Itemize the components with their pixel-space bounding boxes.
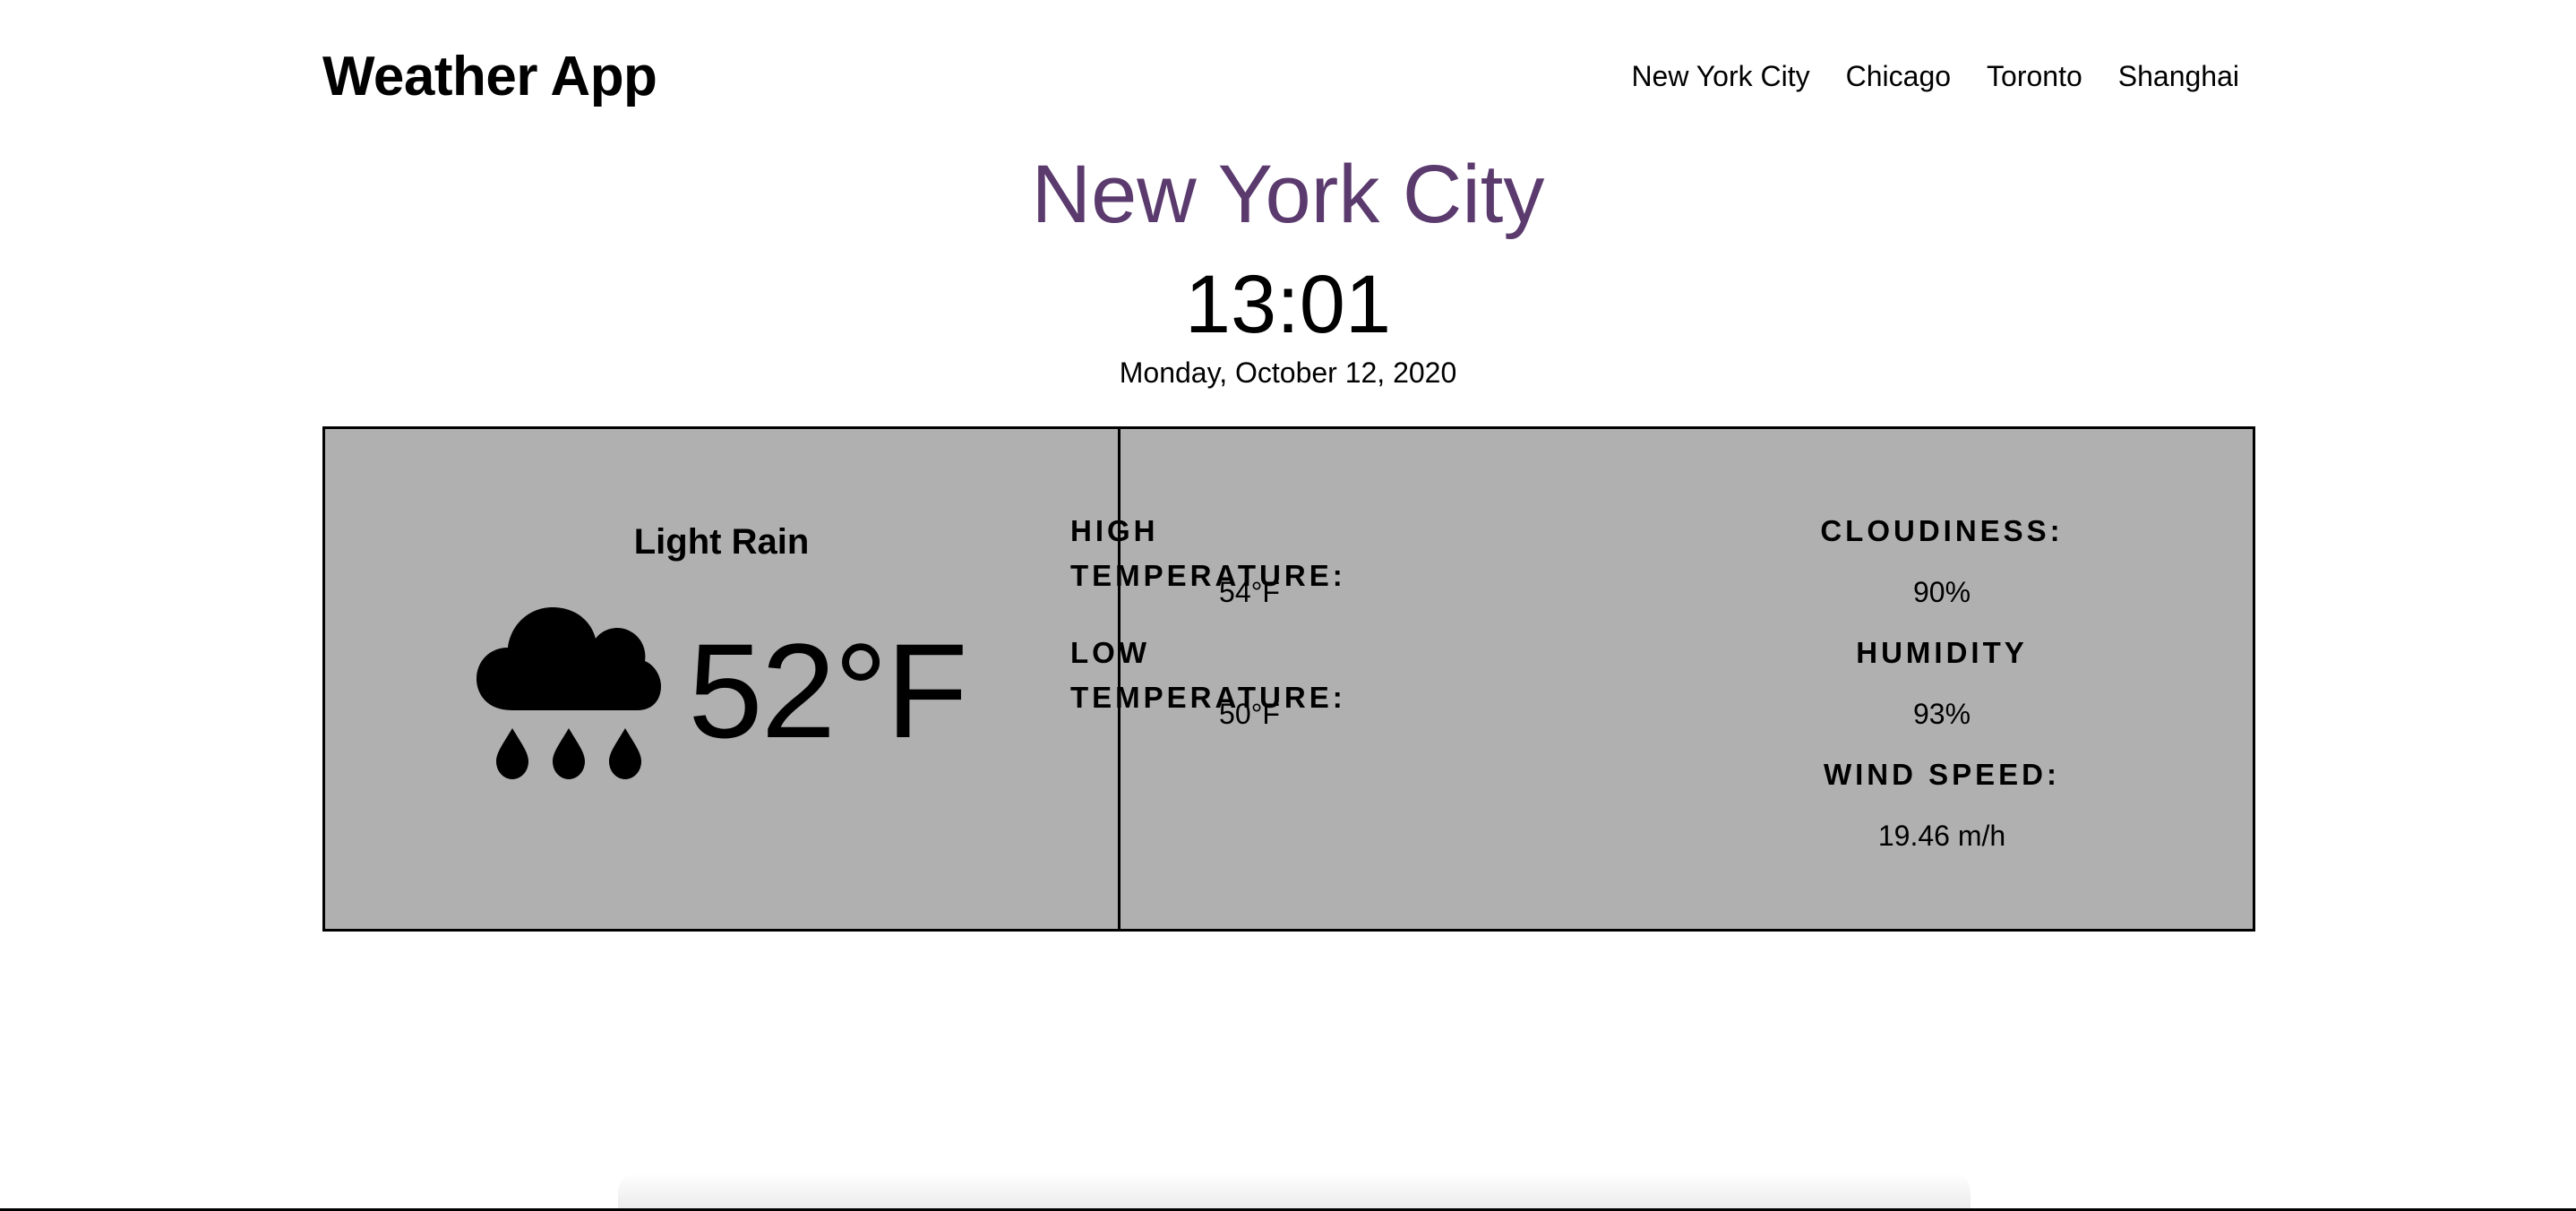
current-temperature: 52°F [688, 614, 967, 766]
nav-link-chicago[interactable]: Chicago [1846, 60, 1951, 93]
app-header: Weather App New York City Chicago Toront… [322, 36, 2239, 116]
current-date: Monday, October 12, 2020 [1119, 356, 1457, 389]
current-conditions: Light Rain 52°F [325, 429, 1121, 929]
city-nav: New York City Chicago Toronto Shanghai [1631, 60, 2239, 93]
wind-speed-value: 19.46 m/h [1877, 820, 2006, 852]
condition-label: Light Rain [633, 522, 810, 562]
current-temperature-row: 52°F [477, 598, 968, 783]
city-title: New York City [1031, 149, 1545, 240]
rain-cloud-icon [477, 607, 662, 779]
humidity-value: 93% [1912, 698, 1971, 730]
cloudiness-value: 90% [1912, 576, 1971, 608]
low-temp-value: 50°F [1219, 698, 1280, 730]
bottom-shadow [618, 1173, 1971, 1211]
temperature-stats: HIGH TEMPERATURE: 54°F LOW TEMPERATURE: … [1070, 509, 1429, 752]
low-temp-label: LOW TEMPERATURE: [1070, 636, 1346, 714]
current-time: 13:01 [1184, 259, 1392, 350]
high-temp-label: HIGH TEMPERATURE: [1070, 514, 1346, 592]
humidity-label: HUMIDITY [1856, 636, 2028, 669]
high-temp-value: 54°F [1219, 576, 1280, 608]
cloudiness-label: CLOUDINESS: [1820, 514, 2064, 547]
app-title: Weather App [322, 45, 657, 107]
nav-link-toronto[interactable]: Toronto [1987, 60, 2082, 93]
nav-link-new-york[interactable]: New York City [1631, 60, 1809, 93]
atmosphere-stats: CLOUDINESS: 90% HUMIDITY 93% WIND SPEED:… [1763, 509, 2121, 874]
wind-speed-label: WIND SPEED: [1823, 758, 2060, 791]
nav-link-shanghai[interactable]: Shanghai [2118, 60, 2239, 93]
